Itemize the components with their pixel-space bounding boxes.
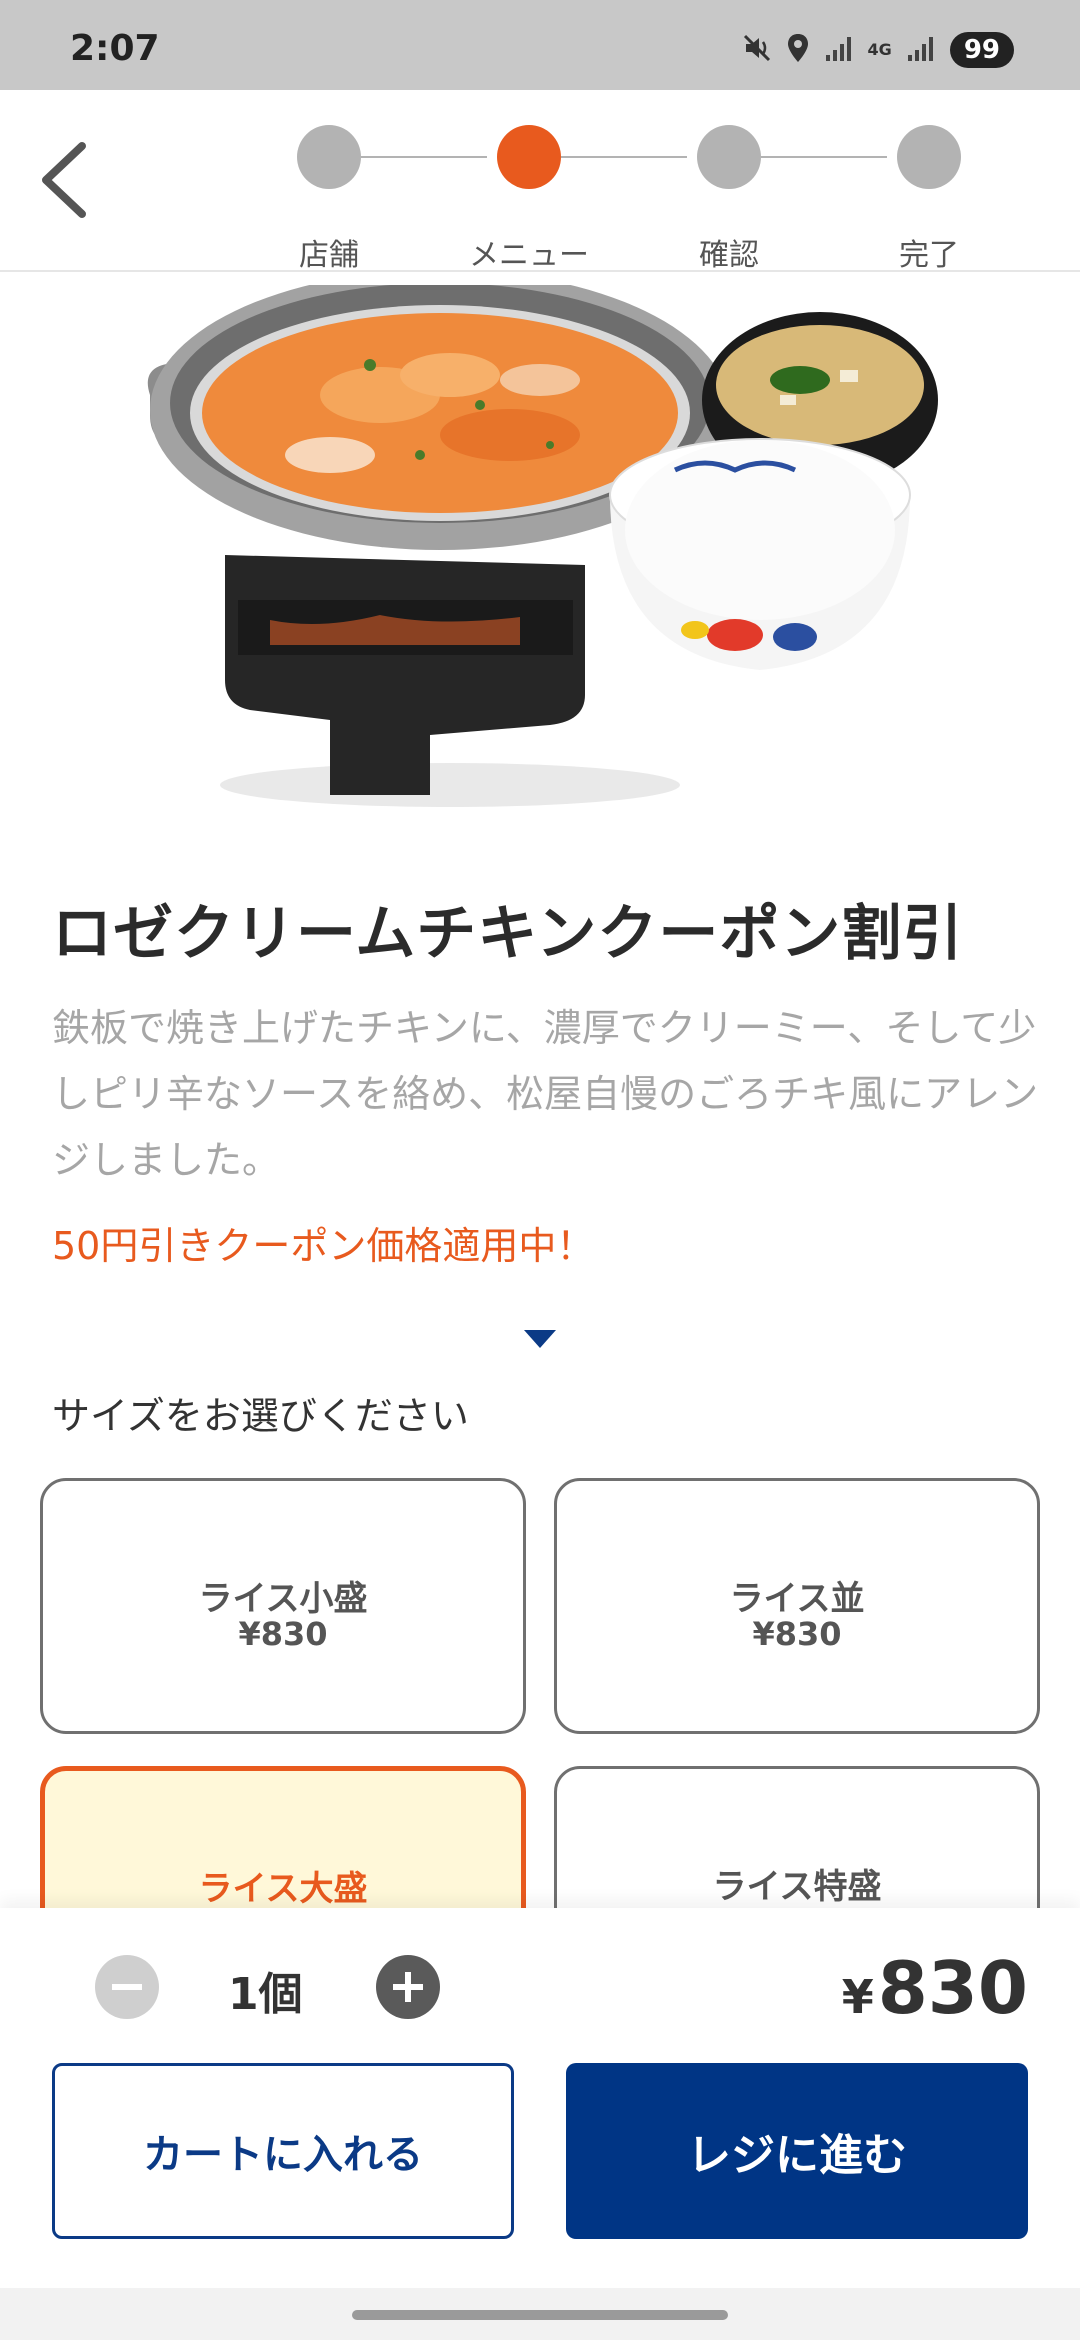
currency-symbol: ¥ bbox=[841, 1970, 874, 2024]
total-amount: 830 bbox=[877, 1946, 1028, 2030]
step-label-menu: メニュー bbox=[469, 238, 589, 273]
signal-icon bbox=[906, 33, 936, 67]
add-to-cart-button[interactable]: カートに入れる bbox=[52, 2063, 514, 2239]
size-option-price: ¥830 bbox=[238, 1615, 328, 1653]
location-icon bbox=[786, 33, 810, 67]
quantity-value: 1個 bbox=[228, 1969, 303, 2020]
product-image bbox=[120, 270, 960, 815]
back-button[interactable] bbox=[30, 130, 100, 230]
step-dot-complete bbox=[897, 125, 961, 189]
step-label-complete: 完了 bbox=[899, 238, 959, 273]
system-nav-bar bbox=[0, 2288, 1080, 2340]
checkout-button[interactable]: レジに進む bbox=[566, 2063, 1028, 2239]
step-dot-menu bbox=[497, 125, 561, 189]
status-time: 2:07 bbox=[70, 28, 160, 69]
product-title: ロゼクリームチキンクーポン割引 bbox=[52, 899, 964, 969]
step-connector bbox=[761, 156, 887, 158]
caret-down-icon bbox=[524, 1330, 556, 1354]
order-panel: 1個 ¥830 カートに入れる レジに進む bbox=[0, 1908, 1080, 2288]
home-indicator[interactable] bbox=[352, 2310, 728, 2320]
quantity-increase-button[interactable] bbox=[376, 1955, 440, 2019]
chevron-left-icon bbox=[42, 142, 86, 218]
size-option-small-rice[interactable]: ライス小盛 ¥830 bbox=[40, 1478, 526, 1734]
quantity-decrease-button[interactable] bbox=[95, 1955, 159, 2019]
size-option-regular-rice[interactable]: ライス並 ¥830 bbox=[554, 1478, 1040, 1734]
header: 店舗 メニュー 確認 完了 bbox=[0, 90, 1080, 273]
signal-icon bbox=[824, 33, 854, 67]
coupon-notice: 50円引きクーポン価格適用中！ bbox=[52, 1224, 595, 1268]
mute-vibrate-icon bbox=[742, 33, 772, 67]
product-description: 鉄板で焼き上げたチキンに、濃厚でクリーミー、そして少しピリ辛なソースを絡め、松屋… bbox=[52, 1006, 1039, 1182]
status-icons: 4G 99 bbox=[742, 30, 1014, 70]
minus-icon bbox=[112, 1984, 142, 1990]
size-option-label: ライス特盛 bbox=[712, 1867, 882, 1907]
step-label-store: 店舗 bbox=[299, 238, 359, 273]
total-price: ¥830 bbox=[842, 1946, 1028, 2030]
step-dot-confirm bbox=[697, 125, 761, 189]
status-bar: 2:07 4G 99 bbox=[0, 0, 1080, 90]
size-heading: サイズをお選びください bbox=[52, 1394, 469, 1438]
plus-icon bbox=[393, 1972, 423, 2002]
step-dot-store bbox=[297, 125, 361, 189]
size-option-label: ライス大盛 bbox=[198, 1869, 368, 1909]
size-option-label: ライス並 bbox=[729, 1579, 865, 1619]
step-label-confirm: 確認 bbox=[699, 238, 759, 273]
network-type-label: 4G bbox=[867, 40, 892, 59]
size-option-price: ¥830 bbox=[752, 1615, 842, 1653]
step-connector bbox=[361, 156, 487, 158]
step-connector bbox=[561, 156, 687, 158]
battery-icon: 99 bbox=[949, 32, 1014, 68]
size-option-label: ライス小盛 bbox=[198, 1579, 368, 1619]
